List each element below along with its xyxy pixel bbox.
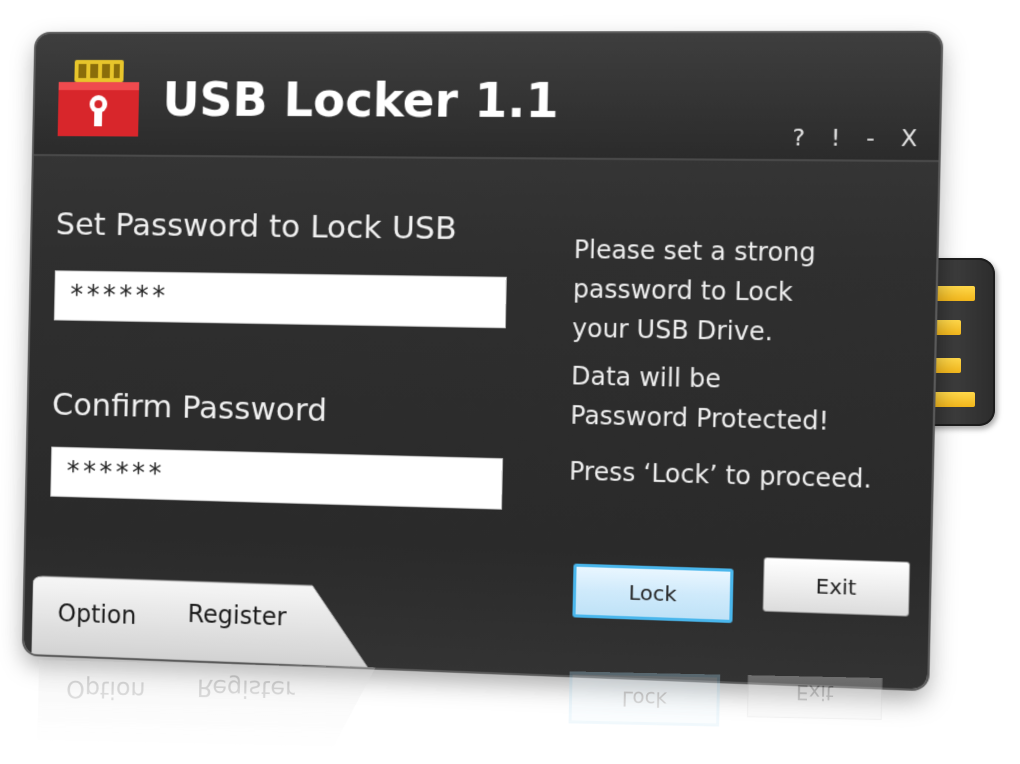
minimize-button[interactable]: - [866,126,875,152]
usb-lock-icon [57,59,140,137]
info-line: your USB Drive. [571,313,774,347]
lock-button[interactable]: Lock [572,563,734,624]
set-password-input[interactable] [53,270,507,329]
option-tab[interactable]: Option [57,599,136,630]
info-line: Press ‘Lock’ to proceed. [568,456,873,495]
info-line: Please set a strong [573,235,817,268]
app-window: USB Locker 1.1 ? ! - X Set Password to L… [23,32,942,690]
confirm-password-input[interactable] [50,446,504,510]
reflection-exit-button: Exit [747,665,883,721]
set-password-label: Set Password to Lock USB [55,206,458,248]
reflection-option-text: Option [65,674,146,705]
bottom-tab-bar: Option Register [31,574,371,667]
window-reflection: Option Register Lock Exit [30,660,908,764]
help-button[interactable]: ? [792,125,805,151]
info-line: password to Lock [572,274,794,308]
instructions-text: Please set a strong password to Lock you… [569,230,915,500]
title-bar[interactable]: USB Locker 1.1 ? ! - X [33,32,942,163]
app-title: USB Locker 1.1 [162,72,560,129]
scene: USB Locker 1.1 ? ! - X Set Password to L… [0,0,1020,764]
title-controls: ? ! - X [792,125,917,152]
register-tab[interactable]: Register [187,600,286,632]
close-button[interactable]: X [900,126,917,153]
reflection-lock-button: Lock [568,671,721,727]
about-button[interactable]: ! [830,126,840,152]
exit-button[interactable]: Exit [762,557,911,617]
info-line: Password Protected! [570,400,830,437]
confirm-password-label: Confirm Password [51,386,328,430]
